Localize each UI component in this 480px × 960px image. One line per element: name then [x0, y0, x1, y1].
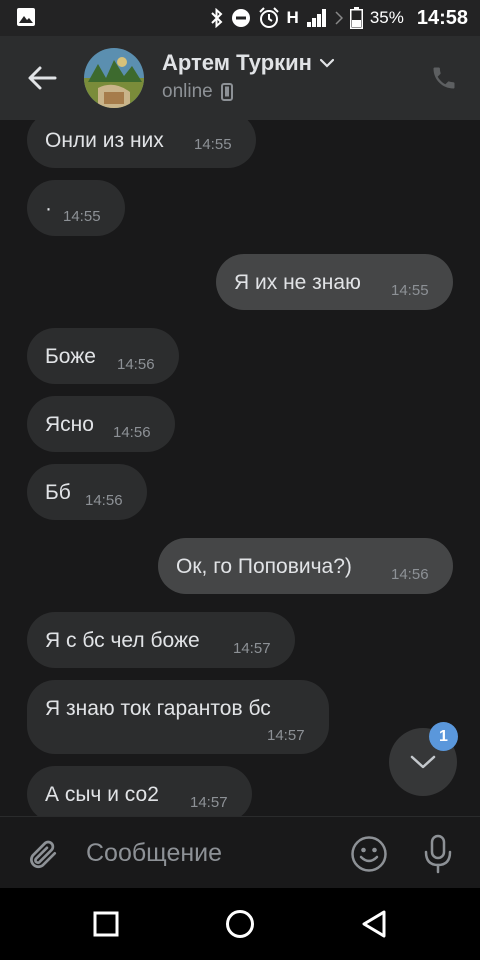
emoji-button[interactable]	[349, 834, 389, 874]
battery-icon	[349, 7, 363, 29]
online-status: online	[162, 81, 213, 102]
message-bubble-outgoing[interactable]: Я их не знаю 14:55	[216, 254, 453, 310]
home-button[interactable]	[220, 906, 260, 942]
message-bubble-outgoing[interactable]: Ок, го Поповича?) 14:56	[158, 538, 453, 594]
message-bubble-incoming[interactable]: Я с бс чел боже 14:57	[27, 612, 295, 668]
message-text: Я их не знаю	[234, 271, 361, 294]
alarm-icon	[258, 7, 280, 29]
mobile-device-icon	[220, 83, 233, 101]
status-bar: H 35% 14:58	[0, 0, 480, 36]
clock: 14:58	[416, 6, 468, 29]
message-text: Я с бс чел боже	[45, 629, 200, 652]
back-nav-button[interactable]	[354, 906, 394, 942]
chevron-down-icon	[319, 58, 334, 68]
contact-name-dropdown[interactable]: Артем Туркин	[162, 50, 334, 76]
bluetooth-icon	[210, 8, 224, 28]
contact-name: Артем Туркин	[162, 50, 312, 75]
paperclip-icon	[30, 840, 57, 869]
message-time: 14:55	[391, 282, 429, 299]
message-text: Ок, го Поповича?)	[176, 555, 352, 578]
gallery-icon	[16, 7, 36, 27]
message-bubble-incoming[interactable]: А сыч и со2 14:57	[27, 766, 252, 816]
message-time: 14:56	[391, 566, 429, 583]
unread-count-badge: 1	[429, 722, 458, 751]
network-type-label: H	[286, 8, 299, 27]
message-time: 14:56	[113, 424, 151, 441]
message-time: 14:57	[190, 794, 228, 811]
message-text: Я знаю ток гарантов бс	[45, 697, 271, 720]
message-text: А сыч и со2	[45, 783, 159, 806]
message-text: Бб	[45, 481, 71, 504]
message-text: ·	[45, 197, 52, 220]
message-list[interactable]: Онли из них 14:55 · 14:55 Я их не знаю 1…	[0, 120, 480, 816]
message-text: Ясно	[45, 413, 94, 436]
message-bubble-incoming[interactable]: Боже 14:56	[27, 328, 179, 384]
message-bubble-incoming[interactable]: Онли из них 14:55	[27, 120, 256, 168]
arrow-left-icon	[28, 66, 57, 90]
circle-icon	[226, 910, 254, 938]
message-text: Онли из них	[45, 129, 164, 152]
signal-secondary-icon	[335, 8, 343, 28]
message-time: 14:57	[233, 640, 271, 657]
message-time: 14:57	[267, 727, 305, 744]
chevron-down-icon	[410, 755, 436, 769]
battery-percentage: 35%	[369, 8, 404, 27]
message-time: 14:55	[63, 208, 101, 225]
message-composer	[0, 816, 480, 889]
recents-button[interactable]	[86, 906, 126, 942]
do-not-disturb-icon	[231, 8, 251, 28]
phone-icon	[433, 67, 455, 89]
attach-button[interactable]	[22, 835, 62, 873]
message-text: Боже	[45, 345, 96, 368]
back-button[interactable]	[22, 60, 62, 96]
contact-status: online	[162, 81, 233, 103]
signal-icon	[306, 8, 328, 28]
message-time: 14:56	[85, 492, 123, 509]
message-time: 14:56	[117, 356, 155, 373]
microphone-icon	[424, 834, 452, 874]
message-input[interactable]	[86, 833, 336, 873]
voice-message-button[interactable]	[420, 833, 456, 875]
call-button[interactable]	[428, 62, 460, 94]
contact-avatar[interactable]	[84, 48, 144, 108]
smiley-icon	[351, 836, 387, 872]
message-bubble-incoming[interactable]: · 14:55	[27, 180, 125, 236]
message-bubble-incoming[interactable]: Я знаю ток гарантов бс 14:57	[27, 680, 329, 754]
system-navigation-bar	[0, 888, 480, 960]
message-bubble-incoming[interactable]: Ясно 14:56	[27, 396, 175, 452]
message-time: 14:55	[194, 136, 232, 153]
square-icon	[93, 911, 119, 937]
chat-header: Артем Туркин online	[0, 36, 480, 120]
triangle-back-icon	[362, 910, 386, 938]
message-bubble-incoming[interactable]: Бб 14:56	[27, 464, 147, 520]
